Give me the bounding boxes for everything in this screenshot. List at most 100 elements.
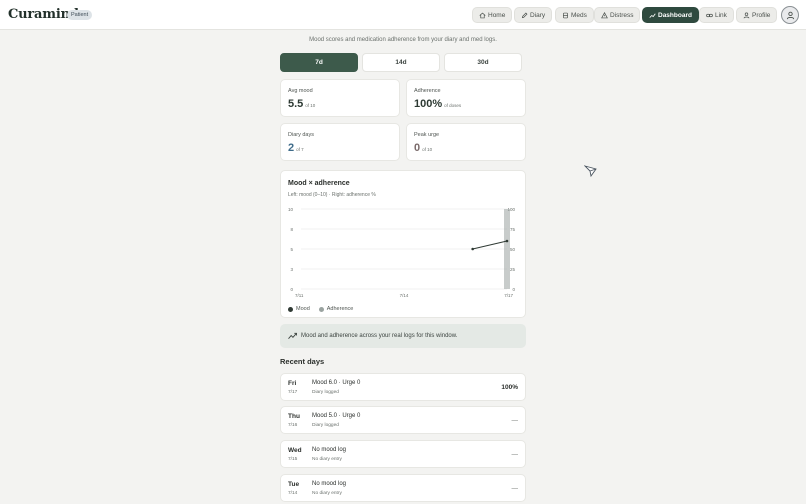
legend-item-mood: Mood: [288, 306, 310, 312]
stat-value: 2 of 7: [288, 142, 304, 154]
day-adherence: —: [511, 485, 519, 492]
range-30d-button[interactable]: 30d: [444, 53, 522, 72]
stat-label: Peak urge: [414, 132, 440, 138]
mood-adherence-chart-card: Mood × adherence Left: mood (0–10) · Rig…: [280, 170, 526, 318]
y-right-tick-label: 0: [512, 287, 515, 292]
user-icon: [743, 12, 750, 18]
nav-distress-label: Distress: [610, 11, 634, 19]
day-row[interactable]: Tue 7/14 No mood log No diary entry —: [280, 474, 526, 502]
stat-number: 100%: [414, 98, 443, 110]
nav-diary-label: Diary: [530, 11, 546, 19]
nav-home-label: Home: [488, 11, 506, 19]
legend-item-adherence: Adherence: [318, 306, 354, 312]
day-name: Wed: [288, 447, 302, 454]
nav-dashboard-button[interactable]: Dashboard: [642, 7, 699, 23]
day-row[interactable]: Wed 7/15 No mood log No diary entry —: [280, 440, 526, 468]
mood-adherence-chart: 10853010075502507/11 7/14 7/17: [288, 207, 516, 298]
day-summary: Mood 6.0 · Urge 0: [312, 380, 361, 386]
y-right-tick-label: 50: [510, 247, 516, 252]
y-left-tick-label: 5: [290, 247, 293, 252]
trend-icon: [288, 332, 297, 339]
day-date: 7/15: [288, 457, 298, 462]
range-14d-button[interactable]: 14d: [362, 53, 440, 72]
y-right-tick-label: 75: [510, 227, 516, 232]
stat-unit: of 10: [305, 103, 316, 108]
x-tick-label: 7/17: [504, 293, 513, 298]
day-note: Diary logged: [312, 423, 339, 428]
adherence-bar: [504, 209, 510, 289]
info-banner: Mood and adherence across your real logs…: [280, 324, 526, 348]
alert-icon: [601, 11, 608, 18]
nav-home-button[interactable]: Home: [472, 7, 513, 23]
x-tick-label: 7/14: [400, 293, 409, 298]
day-summary: Mood 5.0 · Urge 0: [312, 413, 361, 419]
pill-icon: [563, 12, 568, 18]
nav-meds-label: Meds: [571, 11, 587, 19]
avatar-button[interactable]: [781, 6, 799, 24]
stat-unit: of doses: [444, 103, 462, 108]
day-note: No diary entry: [312, 457, 342, 462]
nav-profile-button[interactable]: Profile: [736, 7, 778, 23]
y-left-tick-label: 8: [290, 227, 293, 232]
stat-number: 0: [414, 142, 421, 154]
nav-profile-label: Profile: [752, 11, 771, 19]
stat-card-avg-mood: Avg mood 5.5 of 10: [280, 79, 400, 117]
stat-number: 2: [288, 142, 295, 154]
stat-label: Avg mood: [288, 88, 313, 94]
stat-label: Adherence: [414, 88, 441, 94]
y-right-tick-label: 25: [510, 267, 516, 272]
trend-icon: [649, 12, 656, 18]
stat-label: Diary days: [288, 132, 314, 138]
stat-value: 0 of 10: [414, 142, 432, 154]
stat-number: 5.5: [288, 98, 304, 110]
day-name: Tue: [288, 481, 300, 488]
legend-swatch-adherence: [318, 306, 324, 312]
page-subtitle: Mood scores and medication adherence fro…: [309, 37, 497, 43]
mood-point: [471, 247, 474, 251]
stat-card-peak-urge: Peak urge 0 of 10: [406, 123, 526, 161]
y-left-tick-label: 0: [290, 287, 293, 292]
legend-label-adherence: Adherence: [326, 306, 354, 312]
x-tick-label: 7/11: [295, 293, 304, 298]
nav-dashboard-label: Dashboard: [658, 11, 692, 19]
nav-link-label: Link: [715, 11, 727, 19]
nav-meds-button[interactable]: Meds: [555, 7, 594, 23]
nav-distress-button[interactable]: Distress: [594, 7, 641, 23]
day-adherence: 100%: [501, 384, 518, 391]
recent-days-title: Recent days: [280, 357, 325, 366]
stat-value: 100% of doses: [414, 98, 461, 110]
stat-value: 5.5 of 10: [288, 98, 315, 110]
user-icon: [786, 11, 794, 19]
day-adherence: —: [511, 451, 519, 458]
day-row[interactable]: Fri 7/17 Mood 6.0 · Urge 0 Diary logged …: [280, 373, 526, 401]
link-icon: [706, 13, 713, 17]
stat-card-diary-days: Diary days 2 of 7: [280, 123, 400, 161]
range-7d-button[interactable]: 7d: [280, 53, 358, 72]
nav-link-button[interactable]: Link: [699, 7, 734, 23]
stat-unit: of 10: [422, 147, 433, 152]
mood-line: [472, 240, 508, 250]
day-date: 7/16: [288, 423, 298, 428]
y-left-tick-label: 10: [288, 207, 294, 212]
day-name: Fri: [288, 380, 297, 387]
day-row[interactable]: Thu 7/16 Mood 5.0 · Urge 0 Diary logged …: [280, 406, 526, 434]
day-summary: No mood log: [312, 447, 347, 453]
legend-label-mood: Mood: [296, 306, 310, 312]
day-summary: No mood log: [312, 481, 347, 487]
day-note: Diary logged: [312, 390, 339, 395]
nav-diary-button[interactable]: Diary: [514, 7, 553, 23]
y-left-tick-label: 3: [290, 267, 293, 272]
day-note: No diary entry: [312, 491, 342, 496]
home-icon: [479, 12, 486, 18]
mood-point: [505, 239, 509, 243]
stat-unit: of 7: [296, 147, 304, 152]
day-date: 7/14: [288, 491, 298, 496]
send-cursor-icon: [584, 165, 597, 177]
banner-text: Mood and adherence across your real logs…: [301, 333, 458, 339]
role-badge: Patient: [67, 10, 93, 20]
chart-legend: Mood Adherence: [288, 306, 353, 312]
pencil-icon: [521, 12, 528, 18]
day-adherence: —: [511, 417, 519, 424]
day-name: Thu: [288, 413, 300, 420]
legend-swatch-mood: [288, 306, 293, 312]
